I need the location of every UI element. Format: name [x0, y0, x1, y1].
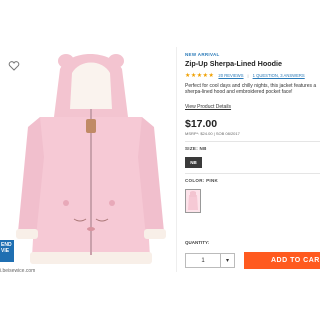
heart-icon[interactable]	[8, 60, 20, 72]
divider	[185, 141, 320, 142]
side-tab[interactable]: END VIE	[0, 240, 14, 262]
price: $17.00	[185, 118, 218, 130]
quantity-select[interactable]: 1 ▾	[185, 253, 235, 268]
add-to-cart-button[interactable]: ADD TO CAR	[244, 252, 320, 269]
color-label: COLOR: PINK	[185, 178, 219, 183]
product-description: Perfect for cool days and chilly nights,…	[185, 83, 317, 95]
size-label: SIZE: NB	[185, 146, 207, 151]
qa-link[interactable]: 1 QUESTION, 3 ANSWERS	[253, 73, 305, 78]
rating-stars-icon: ★★★★★	[185, 73, 215, 79]
quantity-label: QUANTITY:	[185, 240, 210, 245]
product-title: Zip-Up Sherpa-Lined Hoodie	[185, 59, 283, 68]
product-info: NEW ARRIVAL Zip-Up Sherpa-Lined Hoodie ★…	[185, 52, 320, 213]
size-option-nb[interactable]: NB	[185, 157, 202, 168]
new-arrival-badge: NEW ARRIVAL	[185, 52, 220, 57]
color-swatch-pink[interactable]	[185, 189, 201, 213]
reviews-link[interactable]: 20 REVIEWS	[218, 73, 243, 78]
jacket-swatch-icon	[188, 191, 198, 210]
product-image-panel	[0, 47, 177, 272]
view-details-link[interactable]: View Product Details	[185, 104, 231, 110]
side-tab-label: END VIE	[1, 242, 12, 254]
rating-row: ★★★★★ 20 REVIEWS | 1 QUESTION, 3 ANSWERS	[185, 73, 305, 79]
chevron-down-icon[interactable]: ▾	[220, 254, 234, 267]
product-image[interactable]	[0, 47, 176, 272]
footer-url: i.beisewice.com	[0, 268, 36, 274]
divider	[185, 173, 320, 174]
msrp: MSRP*: $24.00 | SOB 08/2017	[185, 131, 240, 136]
quantity-value: 1	[201, 257, 205, 264]
